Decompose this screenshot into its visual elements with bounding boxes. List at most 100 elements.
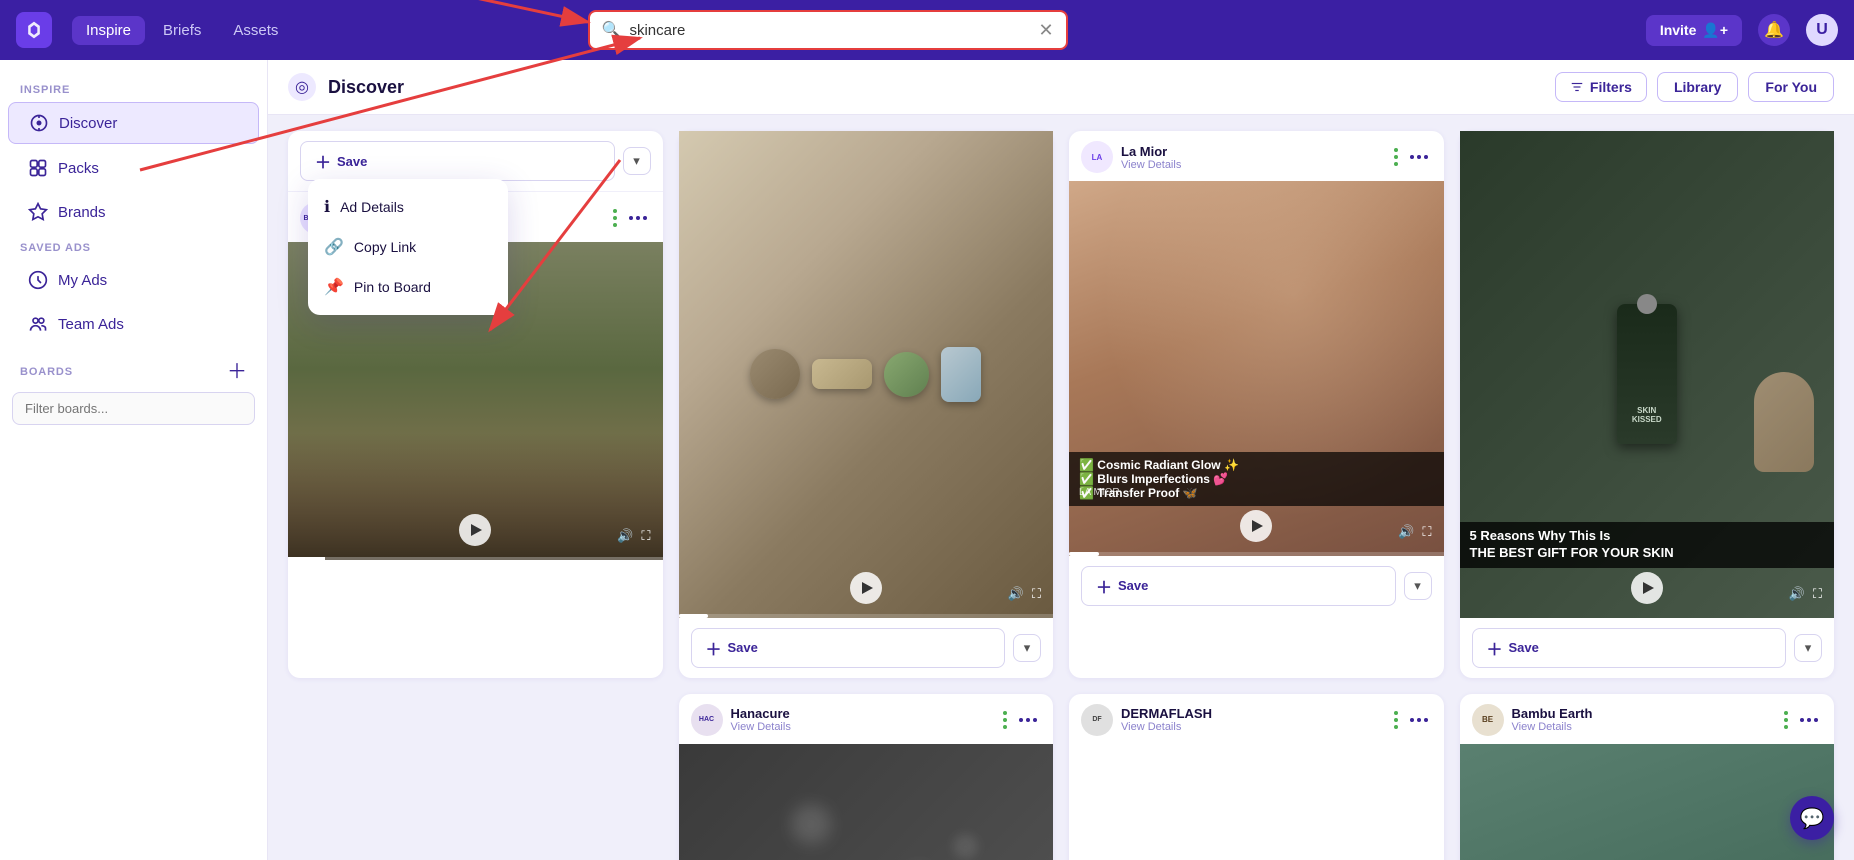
- logo-button[interactable]: [16, 12, 52, 48]
- brand-info-hanacure: Hanacure View Details: [731, 706, 996, 733]
- ad-grid: ＋ Save ▾ BLUME Meet Blume View Details: [288, 131, 1834, 860]
- card-menu-blume[interactable]: [625, 212, 651, 224]
- green-dots-dermaflash[interactable]: [1394, 711, 1398, 729]
- filters-icon: [1570, 80, 1584, 94]
- brand-name-bambu: Bambu Earth: [1512, 706, 1777, 721]
- chevron-skinkissed[interactable]: ▾: [1794, 634, 1822, 662]
- ad-details-label: Ad Details: [340, 199, 404, 215]
- inspire-section-label: INSPIRE: [0, 76, 267, 100]
- ad-media-skinkissed: SKINKISSED 5 Reasons Why This IsTHE BEST…: [1460, 131, 1835, 618]
- sidebar-item-discover[interactable]: Discover: [8, 102, 259, 144]
- card-menu-bambu[interactable]: [1796, 714, 1822, 726]
- filters-button[interactable]: Filters: [1555, 72, 1647, 102]
- sidebar-item-packs[interactable]: Packs: [8, 148, 259, 188]
- ad-card-hanacure: HAC Hanacure View Details: [679, 694, 1054, 860]
- fullscreen-icon-skinkissed[interactable]: ⛶: [1813, 586, 1822, 602]
- context-menu: ℹ Ad Details 🔗 Copy Link 📌 Pin to Board: [308, 179, 508, 315]
- card-menu-lamior[interactable]: [1406, 151, 1432, 163]
- volume-icon[interactable]: 🔊: [617, 528, 633, 544]
- card-header-lamior: LA La Mior View Details: [1069, 131, 1444, 181]
- play-button-lamior[interactable]: [1240, 510, 1272, 542]
- overlay-badge-lamior: ✅ Cosmic Radiant Glow ✨ ✅ Blurs Imperfec…: [1069, 452, 1444, 506]
- search-input[interactable]: skincare: [629, 22, 1030, 39]
- add-board-button[interactable]: ＋: [227, 362, 247, 382]
- nav-inspire[interactable]: Inspire: [72, 16, 145, 45]
- volume-icon-lamior[interactable]: 🔊: [1398, 524, 1414, 540]
- chevron-lamior[interactable]: ▾: [1404, 572, 1432, 600]
- card-menu-dermaflash[interactable]: [1406, 714, 1432, 726]
- header-actions: Filters Library For You: [1555, 72, 1834, 102]
- nav-assets[interactable]: Assets: [219, 16, 292, 45]
- card-menu-hanacure[interactable]: [1015, 714, 1041, 726]
- card-header-hanacure: HAC Hanacure View Details: [679, 694, 1054, 744]
- media-inner-jars: [679, 131, 1054, 618]
- save-button-jars[interactable]: ＋ Save: [691, 628, 1006, 668]
- green-dots-hanacure[interactable]: [1003, 711, 1007, 729]
- nav-right: Invite 👤+ 🔔 U: [1646, 14, 1838, 46]
- ad-grid-area: ＋ Save ▾ BLUME Meet Blume View Details: [268, 115, 1854, 860]
- sidebar-item-brands[interactable]: Brands: [8, 192, 259, 232]
- sidebar-item-team-ads[interactable]: Team Ads: [8, 304, 259, 344]
- avatar[interactable]: U: [1806, 14, 1838, 46]
- ad-media-hanacure: Helps to:: [679, 744, 1054, 860]
- ad-card-skinkissed: SKINKISSED 5 Reasons Why This IsTHE BEST…: [1460, 131, 1835, 678]
- media-inner-hanacure: Helps to:: [679, 744, 1054, 860]
- brand-info-dermaflash: DERMAFLASH View Details: [1121, 706, 1386, 733]
- filters-label: Filters: [1590, 79, 1632, 95]
- brand-view-bambu[interactable]: View Details: [1512, 721, 1777, 733]
- discover-label: Discover: [59, 115, 117, 132]
- fullscreen-icon-jars[interactable]: ⛶: [1032, 586, 1041, 602]
- top-navigation: Inspire Briefs Assets 🔍 skincare ✕ Invit…: [0, 0, 1854, 60]
- search-wrapper: 🔍 skincare ✕: [588, 10, 1068, 50]
- card-header-bambu: BE Bambu Earth View Details: [1460, 694, 1835, 744]
- play-button-blume[interactable]: [459, 514, 491, 546]
- brand-view-dermaflash[interactable]: View Details: [1121, 721, 1386, 733]
- green-dots-lamior[interactable]: [1394, 148, 1398, 166]
- sidebar-item-my-ads[interactable]: My Ads: [8, 260, 259, 300]
- my-ads-icon: [28, 270, 48, 290]
- media-inner-skinkissed: SKINKISSED 5 Reasons Why This IsTHE BEST…: [1460, 131, 1835, 618]
- green-dots-bambu[interactable]: [1784, 711, 1788, 729]
- sidebar: INSPIRE Discover Packs Brands: [0, 60, 268, 860]
- context-ad-details[interactable]: ℹ Ad Details: [308, 187, 508, 227]
- save-button-prev[interactable]: ＋ Save: [300, 141, 615, 181]
- for-you-button[interactable]: For You: [1748, 72, 1834, 102]
- invite-button[interactable]: Invite 👤+: [1646, 15, 1742, 46]
- play-button-jars[interactable]: [850, 572, 882, 604]
- info-icon: ℹ: [324, 197, 330, 217]
- boards-section-label: BOARDS: [20, 366, 73, 378]
- card-footer-skinkissed: ＋ Save ▾: [1460, 618, 1835, 678]
- invite-label: Invite: [1660, 22, 1697, 38]
- chat-button[interactable]: 💬: [1790, 796, 1834, 840]
- page-title: Discover: [328, 77, 404, 98]
- search-clear-button[interactable]: ✕: [1038, 21, 1053, 39]
- save-button-skinkissed[interactable]: ＋ Save: [1472, 628, 1787, 668]
- library-button[interactable]: Library: [1657, 72, 1738, 102]
- green-dots-blume[interactable]: [613, 209, 617, 227]
- progress-bar-blume: [288, 557, 663, 560]
- brand-view-lamior[interactable]: View Details: [1121, 159, 1386, 171]
- context-pin-to-board[interactable]: 📌 Pin to Board: [308, 267, 508, 307]
- packs-icon: [28, 158, 48, 178]
- fullscreen-icon-lamior[interactable]: ⛶: [1422, 524, 1431, 540]
- chevron-down-button[interactable]: ▾: [623, 147, 651, 175]
- nav-briefs[interactable]: Briefs: [149, 16, 215, 45]
- save-button-lamior[interactable]: ＋ Save: [1081, 566, 1396, 606]
- brands-icon: [28, 202, 48, 222]
- copy-link-label: Copy Link: [354, 239, 416, 255]
- card-footer-jars: ＋ Save ▾: [679, 618, 1054, 678]
- brand-view-hanacure[interactable]: View Details: [731, 721, 996, 733]
- filter-boards-input[interactable]: [12, 392, 255, 425]
- volume-icon-jars[interactable]: 🔊: [1008, 586, 1024, 602]
- save-label: Save: [337, 154, 367, 169]
- play-button-skinkissed[interactable]: [1631, 572, 1663, 604]
- ad-media-jars: 🔊 ⛶: [679, 131, 1054, 618]
- chevron-jars[interactable]: ▾: [1013, 634, 1041, 662]
- fullscreen-icon[interactable]: ⛶: [641, 528, 650, 544]
- nav-links: Inspire Briefs Assets: [72, 16, 292, 45]
- context-copy-link[interactable]: 🔗 Copy Link: [308, 227, 508, 267]
- ad-media-bambu: [1460, 744, 1835, 860]
- brand-logo-bambu: BE: [1472, 704, 1504, 736]
- notifications-button[interactable]: 🔔: [1758, 14, 1790, 46]
- volume-icon-skinkissed[interactable]: 🔊: [1789, 586, 1805, 602]
